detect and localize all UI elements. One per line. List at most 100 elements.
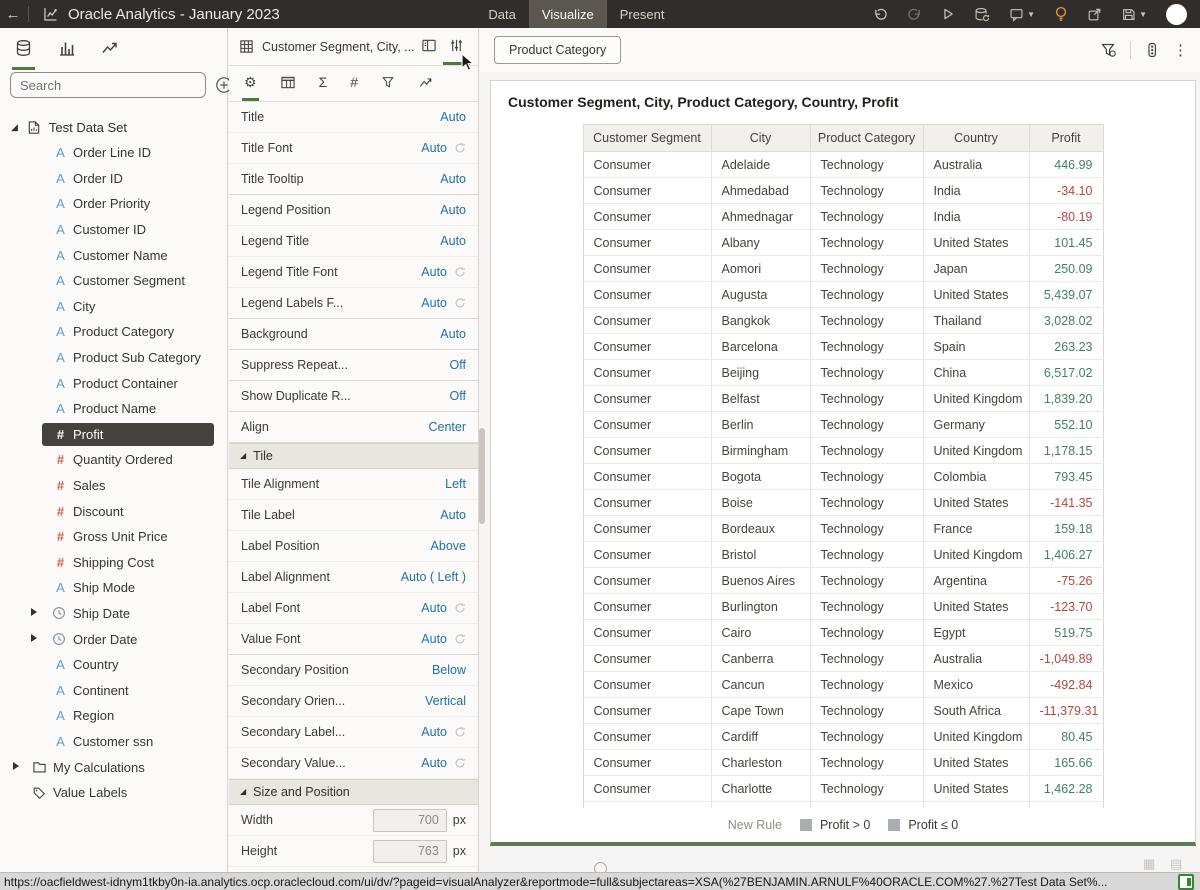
property-value[interactable]: Vertical <box>425 694 466 708</box>
field-item-ship-mode[interactable]: AShip Mode <box>0 575 227 601</box>
property-value[interactable]: Auto <box>421 632 447 646</box>
section-header-tile[interactable]: ◢Tile <box>229 443 478 469</box>
cell[interactable]: Japan <box>923 256 1029 282</box>
reset-icon[interactable] <box>454 142 466 154</box>
property-value[interactable]: Center <box>428 420 466 434</box>
cell[interactable]: Consumer <box>583 776 711 802</box>
cell[interactable]: Charleston <box>711 750 810 776</box>
property-width[interactable]: Widthpx <box>229 805 478 836</box>
cell[interactable]: Technology <box>810 620 923 646</box>
property-title[interactable]: TitleAuto <box>229 102 478 133</box>
property-suppress-repeat-[interactable]: Suppress Repeat...Off <box>229 350 478 381</box>
cell-profit[interactable]: 1,406.27 <box>1029 542 1103 568</box>
cell[interactable]: Technology <box>810 178 923 204</box>
cell[interactable]: United States <box>923 750 1029 776</box>
cell[interactable]: Cardiff <box>711 724 810 750</box>
table-row[interactable]: ConsumerCairoTechnologyEgypt519.75 <box>583 620 1103 646</box>
cell[interactable]: Technology <box>810 750 923 776</box>
cell-profit[interactable]: 552.10 <box>1029 412 1103 438</box>
property-value[interactable]: Auto <box>440 234 466 248</box>
field-item-customer-id[interactable]: ACustomer ID <box>0 217 227 243</box>
tab-present[interactable]: Present <box>607 0 678 28</box>
field-item-customer-segment[interactable]: ACustomer Segment <box>0 268 227 294</box>
cell[interactable]: United Kingdom <box>923 542 1029 568</box>
cell-profit[interactable]: -34.10 <box>1029 178 1103 204</box>
table-row[interactable]: ConsumerCharlestonTechnologyUnited State… <box>583 750 1103 776</box>
property-value[interactable]: Auto <box>440 203 466 217</box>
property-align[interactable]: AlignCenter <box>229 412 478 443</box>
cell-profit[interactable]: 101.45 <box>1029 230 1103 256</box>
cell[interactable]: Technology <box>810 672 923 698</box>
field-item-customer-ssn[interactable]: ACustomer ssn <box>0 729 227 755</box>
cell[interactable]: Consumer <box>583 230 711 256</box>
table-row[interactable]: ConsumerCardiffTechnologyUnited Kingdom8… <box>583 724 1103 750</box>
insights-lightbulb-icon[interactable] <box>1054 6 1068 22</box>
table-row[interactable]: ConsumerBeijingTechnologyChina6,517.02 <box>583 360 1103 386</box>
comments-icon[interactable]: ▼ <box>1009 7 1035 22</box>
save-icon[interactable]: ▼ <box>1121 7 1147 22</box>
new-rule-button[interactable]: New Rule <box>728 818 782 832</box>
property-tile-label[interactable]: Tile LabelAuto <box>229 500 478 531</box>
table-row[interactable]: ConsumerAomoriTechnologyJapan250.09 <box>583 256 1103 282</box>
tab-visualize[interactable]: Visualize <box>529 0 607 28</box>
property-secondary-value-[interactable]: Secondary Value...Auto <box>229 748 478 779</box>
field-item-customer-name[interactable]: ACustomer Name <box>0 242 227 268</box>
cell[interactable]: United States <box>923 230 1029 256</box>
cell[interactable]: Consumer <box>583 360 711 386</box>
field-item-product-sub-category[interactable]: AProduct Sub Category <box>0 345 227 371</box>
table-row[interactable]: ConsumerBogotaTechnologyColombia793.45 <box>583 464 1103 490</box>
field-item-order-id[interactable]: AOrder ID <box>0 166 227 192</box>
reset-icon[interactable] <box>454 757 466 769</box>
cell[interactable]: Consumer <box>583 464 711 490</box>
cell[interactable]: Consumer <box>583 152 711 178</box>
reset-icon[interactable] <box>454 266 466 278</box>
cell-profit[interactable]: -11,379.31 <box>1029 698 1103 724</box>
cell[interactable]: Technology <box>810 776 923 802</box>
cell[interactable]: Buenos Aires <box>711 568 810 594</box>
cell[interactable]: Technology <box>810 386 923 412</box>
property-legend-position[interactable]: Legend PositionAuto <box>229 195 478 226</box>
table-row[interactable]: ConsumerBuenos AiresTechnologyArgentina-… <box>583 568 1103 594</box>
property-value[interactable]: Auto <box>421 725 447 739</box>
field-item-profit[interactable]: #Profit <box>0 422 227 448</box>
cell[interactable]: Consumer <box>583 386 711 412</box>
cell[interactable]: Technology <box>810 568 923 594</box>
cell-profit[interactable]: 1,839.20 <box>1029 386 1103 412</box>
cell-profit[interactable]: 519.75 <box>1029 620 1103 646</box>
conditional-format-icon[interactable] <box>1144 42 1160 58</box>
cell-profit[interactable]: -1,049.89 <box>1029 646 1103 672</box>
cell[interactable]: Consumer <box>583 204 711 230</box>
cell[interactable]: Consumer <box>583 308 711 334</box>
cell[interactable]: Aomori <box>711 256 810 282</box>
cell[interactable]: China <box>923 360 1029 386</box>
field-item-ship-date[interactable]: Ship Date <box>0 601 227 627</box>
cell[interactable]: Germany <box>923 412 1029 438</box>
cell-profit[interactable]: -492.84 <box>1029 672 1103 698</box>
property-input[interactable] <box>373 840 447 863</box>
cell[interactable]: Technology <box>810 490 923 516</box>
refresh-data-icon[interactable] <box>974 7 990 22</box>
cell-profit[interactable]: -141.35 <box>1029 490 1103 516</box>
cell[interactable]: Consumer <box>583 568 711 594</box>
cell[interactable]: India <box>923 178 1029 204</box>
property-title-tooltip[interactable]: Title TooltipAuto <box>229 164 478 195</box>
field-item-product-name[interactable]: AProduct Name <box>0 396 227 422</box>
field-item-my-calculations[interactable]: My Calculations <box>0 754 227 780</box>
reset-icon[interactable] <box>454 633 466 645</box>
cell[interactable]: Belfast <box>711 386 810 412</box>
table-row[interactable]: ConsumerBristolTechnologyUnited Kingdom1… <box>583 542 1103 568</box>
cell[interactable]: Technology <box>810 412 923 438</box>
cell-profit[interactable]: -123.70 <box>1029 594 1103 620</box>
table-visualization[interactable]: Customer Segment, City, Product Category… <box>490 80 1196 846</box>
cell-profit[interactable]: 165.66 <box>1029 750 1103 776</box>
cell[interactable]: Technology <box>810 724 923 750</box>
property-label-font[interactable]: Label FontAuto <box>229 593 478 624</box>
table-row[interactable]: ConsumerAdelaideTechnologyAustralia446.9… <box>583 152 1103 178</box>
filter-icon[interactable] <box>1100 42 1117 58</box>
table-row[interactable]: ConsumerAhmednagarTechnologyIndia-80.19 <box>583 204 1103 230</box>
property-value-font[interactable]: Value FontAuto <box>229 624 478 655</box>
cell[interactable]: Technology <box>810 698 923 724</box>
cell[interactable]: Charlotte <box>711 776 810 802</box>
cell[interactable]: Burlington <box>711 594 810 620</box>
table-row[interactable]: ConsumerCharlotteTechnologyUnited States… <box>583 776 1103 802</box>
